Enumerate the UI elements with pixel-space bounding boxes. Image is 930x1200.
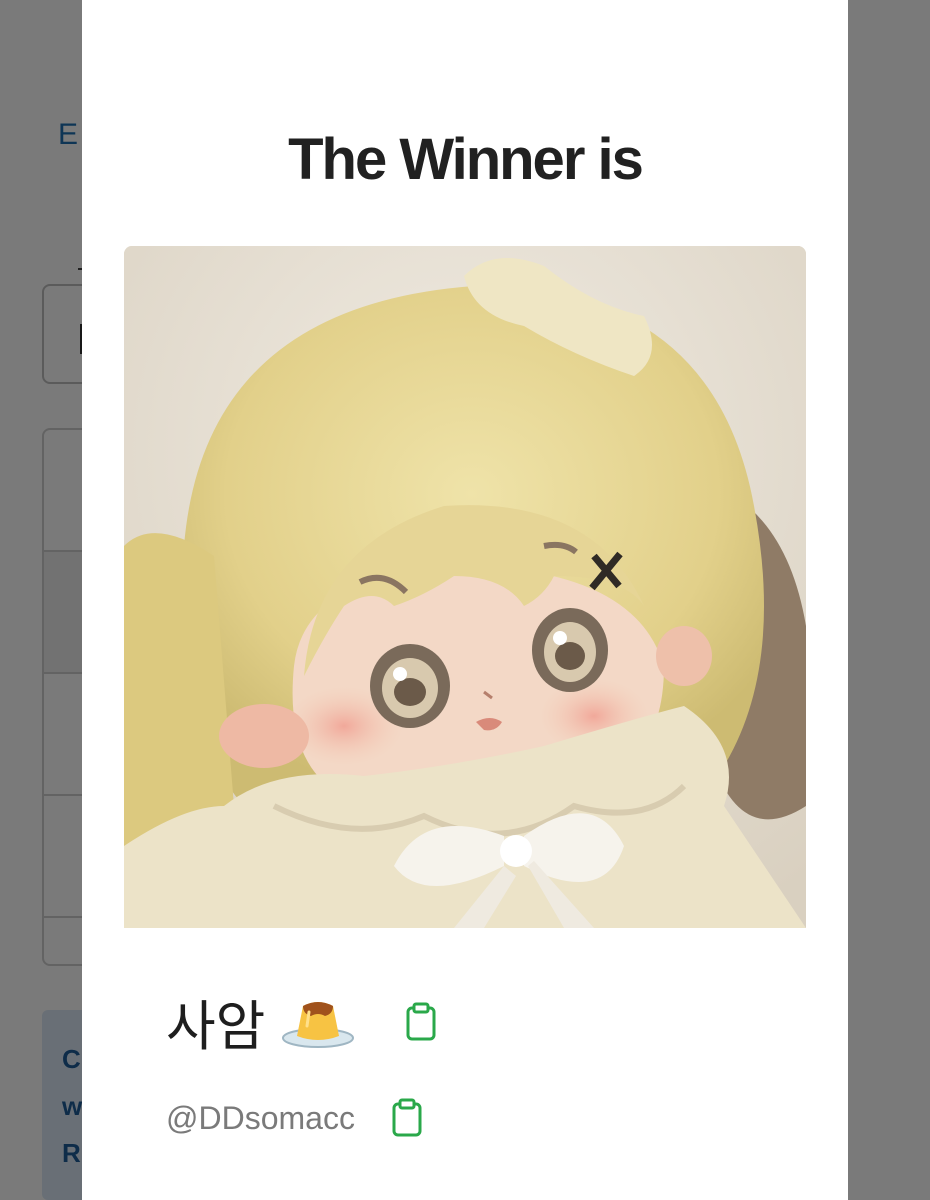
winner-handle-row: @DDsomacc: [166, 1098, 423, 1138]
modal-title: The Winner is: [288, 127, 644, 192]
winner-name-row: 사암: [166, 982, 437, 1061]
winner-photo: [124, 246, 806, 928]
winner-modal: The Winner is 사암 @DDsomacc: [82, 0, 848, 1200]
copy-name-clipboard-icon[interactable]: [405, 1002, 437, 1042]
winner-name: 사암: [166, 995, 266, 1058]
winner-handle: @DDsomacc: [166, 1099, 355, 1136]
custard-pudding-icon: [282, 1001, 355, 1048]
copy-handle-clipboard-icon[interactable]: [391, 1098, 423, 1138]
plush-doll-image: [124, 246, 806, 928]
